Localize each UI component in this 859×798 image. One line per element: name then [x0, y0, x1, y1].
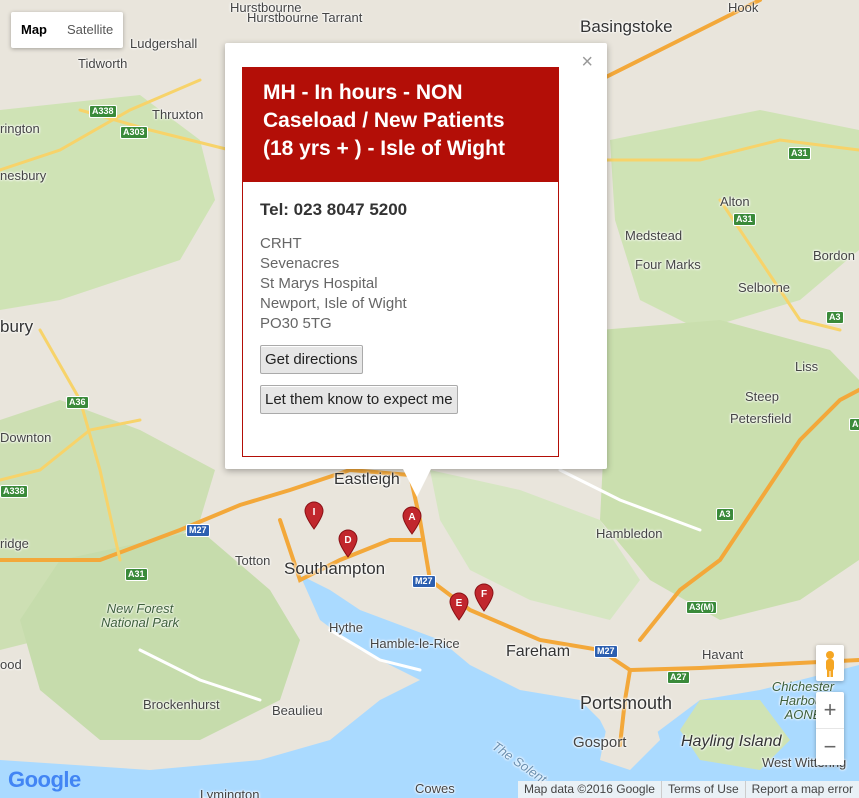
- road-shield: A338: [0, 485, 28, 498]
- place-label: Havant: [702, 647, 744, 662]
- zoom-out-button[interactable]: −: [816, 728, 844, 765]
- place-label: Downton: [0, 430, 52, 445]
- place-label: Thruxton: [152, 107, 204, 122]
- road-shield: M27: [594, 645, 618, 658]
- road-shield: M27: [186, 524, 210, 537]
- place-label: Beaulieu: [272, 703, 323, 718]
- road-shield: A338: [89, 105, 117, 118]
- place-label: Hythe: [329, 620, 363, 635]
- place-label: Hayling Island: [681, 733, 782, 750]
- google-logo: Google: [8, 767, 81, 792]
- place-label: Basingstoke: [580, 17, 673, 36]
- map-marker-e[interactable]: E: [448, 591, 470, 621]
- place-label: New Forest National Park: [100, 601, 180, 630]
- map-type-control: Map Satellite: [11, 12, 124, 48]
- place-label: Petersfield: [730, 411, 792, 426]
- svg-text:D: D: [344, 535, 351, 546]
- place-label: Steep: [745, 389, 779, 404]
- place-label: Tidworth: [78, 56, 128, 71]
- place-label: Alton: [720, 194, 750, 209]
- info-window-tail: [403, 469, 431, 497]
- get-directions-button[interactable]: Get directions: [260, 345, 363, 374]
- street-view-pegman[interactable]: [816, 645, 844, 681]
- expect-me-button[interactable]: Let them know to expect me: [260, 385, 458, 414]
- map-canvas[interactable]: Hurstbourne Hurstbourne Tarrant Basingst…: [0, 0, 859, 798]
- svg-text:E: E: [456, 598, 463, 609]
- road-shield: A36: [66, 396, 89, 409]
- place-label: Four Marks: [635, 257, 701, 272]
- pegman-icon: [826, 651, 834, 677]
- road-shield: A3: [849, 418, 859, 431]
- place-label: Hambledon: [596, 526, 663, 541]
- svg-text:F: F: [481, 589, 487, 600]
- place-label: Gosport: [573, 734, 627, 751]
- road-shield: A303: [120, 126, 148, 139]
- address-line: Newport, Isle of Wight: [260, 295, 407, 312]
- map-type-satellite-button[interactable]: Satellite: [57, 12, 123, 48]
- terms-link[interactable]: Terms of Use: [660, 781, 745, 798]
- map-marker-d[interactable]: D: [337, 528, 359, 558]
- road-shield: A3: [716, 508, 734, 521]
- place-label: ood: [0, 657, 22, 672]
- place-label: Brockenhurst: [143, 697, 220, 712]
- place-label: Cowes: [415, 781, 455, 796]
- place-label: Lymington: [200, 787, 260, 798]
- place-label: Totton: [235, 553, 271, 568]
- map-marker-i[interactable]: I: [303, 500, 325, 530]
- place-label: ridge: [0, 536, 29, 551]
- place-label: rington: [0, 121, 40, 136]
- service-card: MH - In hours - NON Caseload / New Patie…: [242, 67, 559, 457]
- road-shield: A31: [125, 568, 148, 581]
- svg-text:A: A: [408, 512, 415, 523]
- map-data-text: Map data ©2016 Google: [524, 782, 655, 796]
- map-marker-f[interactable]: F: [473, 582, 495, 612]
- address-line: PO30 5TG: [260, 315, 332, 332]
- road-shield: M27: [412, 575, 436, 588]
- place-label: Hurstbourne Tarrant: [247, 10, 363, 25]
- address-line: CRHT: [260, 235, 302, 252]
- road-shield: A3: [826, 311, 844, 324]
- place-label: bury: [0, 317, 34, 336]
- place-label: Hamble-le-Rice: [370, 636, 460, 651]
- address-line: Sevenacres: [260, 255, 340, 272]
- phone-number: Tel: 023 8047 5200: [260, 200, 408, 219]
- road-shield: A31: [788, 147, 811, 160]
- svg-text:I: I: [313, 507, 316, 518]
- place-label: nesbury: [0, 168, 47, 183]
- place-label: Southampton: [284, 559, 386, 578]
- report-error-link[interactable]: Report a map error: [744, 781, 859, 798]
- address: CRHT Sevenacres St Marys Hospital Newpor…: [260, 234, 541, 334]
- address-line: St Marys Hospital: [260, 275, 378, 292]
- place-label: Liss: [795, 359, 819, 374]
- place-label: Selborne: [738, 280, 791, 295]
- attribution-bar: Map data ©2016 Google Terms of Use Repor…: [518, 781, 859, 798]
- info-window: × MH - In hours - NON Caseload / New Pat…: [225, 43, 607, 497]
- map-marker-a[interactable]: A: [401, 505, 423, 535]
- close-icon[interactable]: ×: [581, 51, 593, 74]
- place-label: Fareham: [506, 643, 571, 660]
- place-label: Bordon: [813, 248, 855, 263]
- zoom-in-button[interactable]: +: [816, 692, 844, 728]
- road-shield: A27: [667, 671, 690, 684]
- road-shield: A31: [733, 213, 756, 226]
- zoom-control: + −: [816, 692, 844, 765]
- place-label: Hook: [728, 0, 759, 15]
- service-title: MH - In hours - NON Caseload / New Patie…: [243, 68, 558, 182]
- place-label: Ludgershall: [130, 36, 198, 51]
- map-type-map-button[interactable]: Map: [11, 12, 57, 48]
- place-label: Medstead: [625, 228, 683, 243]
- road-shield: A3(M): [686, 601, 717, 614]
- place-label: Eastleigh: [334, 471, 400, 488]
- place-label: Portsmouth: [580, 693, 673, 713]
